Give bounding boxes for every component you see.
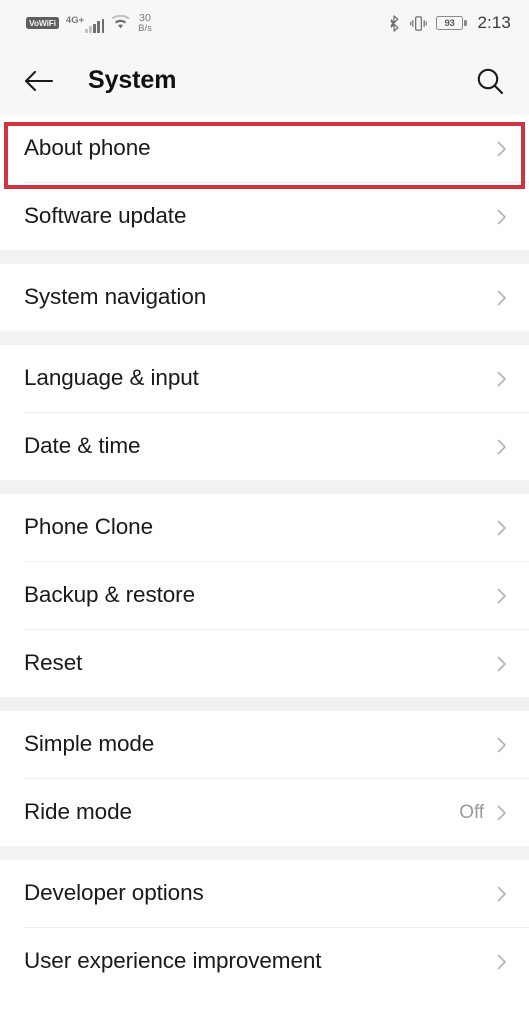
status-bar-left: VoWiFi 4G+ 30 B/s bbox=[26, 11, 152, 34]
settings-group: System navigation bbox=[0, 264, 529, 331]
settings-row-system-navigation[interactable]: System navigation bbox=[0, 264, 529, 331]
settings-row-date-time[interactable]: Date & time bbox=[0, 413, 529, 480]
row-label: Ride mode bbox=[24, 799, 132, 825]
settings-group: Developer options User experience improve… bbox=[0, 860, 529, 995]
group-separator bbox=[0, 250, 529, 264]
battery-icon: 93 bbox=[436, 16, 467, 30]
row-label: Date & time bbox=[24, 433, 141, 459]
chevron-right-icon bbox=[493, 953, 511, 971]
row-label: Developer options bbox=[24, 880, 204, 906]
chevron-right-icon bbox=[493, 289, 511, 307]
data-rate-value: 30 bbox=[139, 11, 151, 24]
row-value: Off bbox=[459, 801, 484, 823]
network-type-label: 4G+ bbox=[65, 14, 85, 26]
settings-row-about-phone[interactable]: About phone bbox=[0, 115, 529, 182]
row-label: Reset bbox=[24, 650, 83, 676]
battery-percent: 93 bbox=[444, 17, 455, 29]
group-separator bbox=[0, 697, 529, 711]
wifi-icon bbox=[111, 15, 130, 30]
chevron-right-icon bbox=[493, 370, 511, 388]
chevron-right-icon bbox=[493, 804, 511, 822]
status-bar-clock: 2:13 bbox=[477, 13, 511, 32]
search-icon bbox=[475, 66, 505, 96]
group-separator bbox=[0, 331, 529, 345]
row-trailing: Off bbox=[459, 802, 511, 824]
settings-group: Simple mode Ride mode Off bbox=[0, 711, 529, 846]
status-bar: VoWiFi 4G+ 30 B/s 93 2:13 bbox=[0, 0, 529, 46]
battery-cap bbox=[464, 20, 467, 26]
chevron-right-icon bbox=[493, 655, 511, 673]
chevron-right-icon bbox=[493, 885, 511, 903]
row-trailing bbox=[493, 289, 511, 307]
chevron-right-icon bbox=[493, 140, 511, 158]
row-label: Simple mode bbox=[24, 731, 155, 757]
group-separator bbox=[0, 480, 529, 494]
back-button[interactable] bbox=[24, 61, 64, 101]
signal-strength-bars bbox=[85, 18, 105, 33]
row-label: Language & input bbox=[24, 365, 199, 391]
battery-body: 93 bbox=[436, 16, 463, 30]
settings-row-language-input[interactable]: Language & input bbox=[0, 345, 529, 412]
settings-row-user-experience-improvement[interactable]: User experience improvement bbox=[0, 928, 529, 995]
app-header: System bbox=[0, 46, 529, 115]
chevron-right-icon bbox=[493, 208, 511, 226]
settings-list: About phone Software update System navigat… bbox=[0, 115, 529, 995]
search-button[interactable] bbox=[469, 60, 511, 102]
vibrate-icon bbox=[410, 15, 427, 32]
row-trailing bbox=[493, 370, 511, 388]
data-rate-indicator: 30 B/s bbox=[138, 11, 152, 34]
settings-row-backup-restore[interactable]: Backup & restore bbox=[0, 562, 529, 629]
signal-bars-icon: 4G+ bbox=[65, 13, 105, 33]
settings-row-software-update[interactable]: Software update bbox=[0, 183, 529, 250]
row-trailing bbox=[493, 655, 511, 673]
bluetooth-icon bbox=[389, 14, 401, 32]
row-trailing bbox=[493, 587, 511, 605]
settings-group: Phone Clone Backup & restore Reset bbox=[0, 494, 529, 697]
settings-group: Language & input Date & time bbox=[0, 345, 529, 480]
settings-row-developer-options[interactable]: Developer options bbox=[0, 860, 529, 927]
row-trailing bbox=[493, 140, 511, 158]
row-label: System navigation bbox=[24, 284, 207, 310]
settings-group: About phone Software update bbox=[0, 115, 529, 250]
row-trailing bbox=[493, 953, 511, 971]
data-rate-unit: B/s bbox=[138, 22, 152, 34]
chevron-right-icon bbox=[493, 438, 511, 456]
row-trailing bbox=[493, 208, 511, 226]
group-separator bbox=[0, 846, 529, 860]
status-bar-right: 93 2:13 bbox=[389, 13, 511, 33]
row-label: Software update bbox=[24, 203, 187, 229]
row-trailing bbox=[493, 438, 511, 456]
settings-row-simple-mode[interactable]: Simple mode bbox=[0, 711, 529, 778]
chevron-right-icon bbox=[493, 519, 511, 537]
row-label: Phone Clone bbox=[24, 514, 154, 540]
row-label: About phone bbox=[24, 135, 151, 161]
chevron-right-icon bbox=[493, 587, 511, 605]
row-trailing bbox=[493, 885, 511, 903]
settings-row-reset[interactable]: Reset bbox=[0, 630, 529, 697]
settings-row-ride-mode[interactable]: Ride mode Off bbox=[0, 779, 529, 846]
row-trailing bbox=[493, 519, 511, 537]
row-trailing bbox=[493, 736, 511, 754]
row-label: Backup & restore bbox=[24, 582, 195, 608]
row-label: User experience improvement bbox=[24, 948, 322, 974]
phone-screen: VoWiFi 4G+ 30 B/s 93 2:13 System About p… bbox=[0, 0, 529, 1024]
back-arrow-icon bbox=[24, 69, 54, 93]
settings-row-phone-clone[interactable]: Phone Clone bbox=[0, 494, 529, 561]
chevron-right-icon bbox=[493, 736, 511, 754]
page-title: System bbox=[88, 66, 177, 94]
vowifi-icon: VoWiFi bbox=[26, 17, 59, 29]
